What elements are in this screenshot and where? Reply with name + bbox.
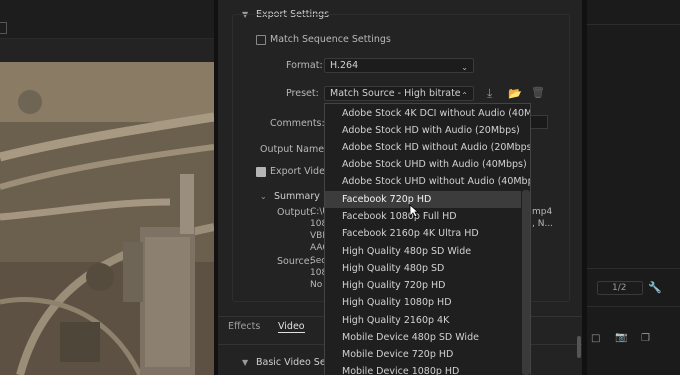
summary-output-line: 108	[310, 219, 324, 229]
comments-label: Comments:	[270, 118, 325, 129]
preset-option[interactable]: Mobile Device 480p SD Wide	[325, 329, 521, 346]
preset-option[interactable]: High Quality 1080p HD	[325, 294, 521, 311]
preset-option[interactable]: Adobe Stock UHD without Audio (40Mbps)	[325, 173, 530, 190]
summary-output-line: AAC	[310, 243, 324, 253]
preset-label: Preset:	[286, 88, 319, 99]
summary-source-line: Seq	[310, 256, 324, 266]
preset-option[interactable]: Mobile Device 720p HD	[325, 346, 521, 363]
resolution-dropdown[interactable]: 1/2	[597, 281, 643, 295]
export-frame-icon[interactable]: □	[591, 333, 600, 344]
preset-option[interactable]: Adobe Stock HD without Audio (20Mbps)	[325, 139, 530, 156]
save-preset-icon[interactable]: ⤓	[487, 86, 492, 101]
preset-list-scrollbar[interactable]	[522, 190, 530, 375]
preview-toolbar	[0, 0, 214, 39]
summary-source-line: 108	[310, 268, 324, 278]
preset-option[interactable]: Mobile Device 1080p HD	[325, 363, 521, 375]
preset-dropdown-list: Adobe Stock 4K DCI without Audio (40Mbps…	[324, 103, 531, 375]
mouse-cursor-icon	[409, 204, 419, 218]
format-label: Format:	[286, 60, 323, 71]
preset-value: Match Source - High bitrate	[330, 88, 461, 99]
format-value: H.264	[330, 60, 359, 71]
monitor-top-bar	[587, 24, 680, 25]
preset-option[interactable]: Adobe Stock UHD with Audio (40Mbps)	[325, 156, 527, 173]
preview-corner-control[interactable]	[0, 22, 7, 34]
preset-option[interactable]: High Quality 2160p 4K	[325, 312, 521, 329]
camera-icon[interactable]: 📷	[615, 332, 627, 343]
summary-output-right: , N...	[532, 219, 554, 229]
compare-view-icon[interactable]: ❐	[641, 333, 650, 344]
resolution-value: 1/2	[612, 283, 627, 293]
preset-option-highlighted[interactable]: Facebook 720p HD	[325, 191, 521, 208]
preset-option[interactable]: High Quality 480p SD Wide	[325, 243, 521, 260]
match-sequence-label: Match Sequence Settings	[270, 34, 391, 45]
summary-output-line: VBR	[310, 231, 324, 241]
summary-source-line: No	[310, 280, 323, 290]
chevron-up-icon: ⌃	[461, 91, 468, 100]
summary-output-right: mp4	[532, 207, 553, 217]
panel-scrollbar[interactable]	[577, 336, 581, 358]
export-video-label: Export Video	[270, 166, 331, 177]
match-sequence-checkbox[interactable]	[256, 35, 266, 45]
summary-title: Summary	[274, 191, 320, 202]
preset-option[interactable]: Facebook 2160p 4K Ultra HD	[325, 225, 521, 242]
preset-option[interactable]: Adobe Stock 4K DCI without Audio (40Mbps…	[325, 105, 530, 122]
preset-dropdown[interactable]: Match Source - High bitrate ⌃	[324, 86, 474, 101]
preset-option[interactable]: Facebook 1080p Full HD	[325, 208, 521, 225]
tab-video[interactable]: Video	[278, 321, 305, 333]
program-monitor-panel: 1/2 🔧 □ 📷 ❐	[587, 0, 680, 375]
preset-option[interactable]: High Quality 720p HD	[325, 277, 521, 294]
summary-source-label: Source:	[277, 256, 313, 267]
monitor-bottom-bar	[587, 268, 680, 269]
summary-output-label: Output:	[277, 207, 314, 218]
tab-effects[interactable]: Effects	[228, 321, 260, 332]
preset-option[interactable]: Adobe Stock HD with Audio (20Mbps)	[325, 122, 521, 139]
preset-option[interactable]: High Quality 480p SD	[325, 260, 521, 277]
delete-preset-icon[interactable]: 🗑	[531, 86, 545, 99]
settings-wrench-icon[interactable]: 🔧	[648, 281, 662, 294]
summary-output-line: C:\U	[310, 207, 324, 217]
basic-video-chevron-icon[interactable]: ▼	[242, 358, 248, 367]
video-frame-image	[0, 62, 214, 375]
output-name-label: Output Name:	[260, 144, 328, 155]
video-preview-panel	[0, 0, 214, 375]
export-video-checkbox[interactable]	[256, 167, 266, 177]
summary-collapse-chevron-icon[interactable]: ⌄	[260, 192, 267, 201]
format-dropdown[interactable]: H.264 ⌄	[324, 58, 474, 73]
import-preset-icon[interactable]: 📂	[508, 87, 522, 100]
monitor-separator	[587, 306, 680, 307]
chevron-down-icon: ⌄	[461, 63, 468, 72]
